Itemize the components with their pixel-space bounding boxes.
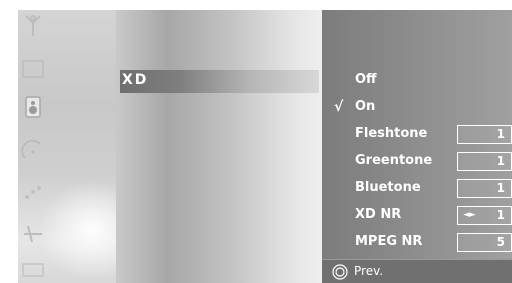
speaker-icon[interactable] [20, 94, 46, 120]
option-off-label: Off [355, 72, 377, 87]
option-off[interactable]: Off [330, 68, 512, 92]
setting-xd-nr[interactable]: XD NR ◄► 1 [330, 203, 512, 227]
setting-label: XD NR [355, 207, 402, 222]
prev-label[interactable]: Prev. [354, 264, 383, 278]
setting-mpeg-nr[interactable]: MPEG NR 5 [330, 230, 512, 254]
setting-bluetone[interactable]: Bluetone 1 [330, 176, 512, 200]
setting-value: 1 [496, 127, 505, 141]
setting-greentone[interactable]: Greentone 1 [330, 149, 512, 173]
setting-value-box[interactable]: 1 [457, 125, 512, 144]
option-on[interactable]: √ On [330, 95, 512, 119]
setup-icon[interactable] [20, 220, 46, 246]
setting-value: 5 [496, 235, 505, 249]
footer-bar: Prev. [322, 259, 512, 283]
category-icon-column [18, 10, 128, 283]
menu-button-icon [332, 264, 348, 280]
check-mark-icon: √ [334, 99, 344, 115]
setting-label: Bluetone [355, 180, 421, 195]
option-on-label: On [355, 99, 376, 114]
setting-label: Fleshtone [355, 126, 428, 141]
left-right-arrows-icon: ◄► [463, 210, 476, 220]
setting-label: MPEG NR [355, 234, 423, 249]
setting-value-box[interactable]: ◄► 1 [457, 206, 512, 225]
setting-value-box[interactable]: 5 [457, 233, 512, 252]
setting-value: 1 [496, 181, 505, 195]
input-icon[interactable] [20, 256, 46, 282]
setting-fleshtone[interactable]: Fleshtone 1 [330, 122, 512, 146]
submenu-item-xd-label: XD [122, 72, 149, 88]
setting-label: Greentone [355, 153, 433, 168]
clock-icon[interactable] [20, 138, 46, 164]
submenu-item-xd[interactable] [120, 70, 319, 93]
tv-osd-screen: XD Off √ On Fleshtone 1 Greentone 1 Blue… [0, 0, 512, 283]
setting-value-box[interactable]: 1 [457, 179, 512, 198]
option-icon[interactable] [20, 180, 46, 206]
antenna-icon[interactable] [20, 12, 46, 38]
setting-value: 1 [496, 208, 505, 222]
submenu-column [116, 10, 322, 283]
picture-icon[interactable] [20, 56, 46, 82]
setting-value: 1 [496, 154, 505, 168]
setting-value-box[interactable]: 1 [457, 152, 512, 171]
